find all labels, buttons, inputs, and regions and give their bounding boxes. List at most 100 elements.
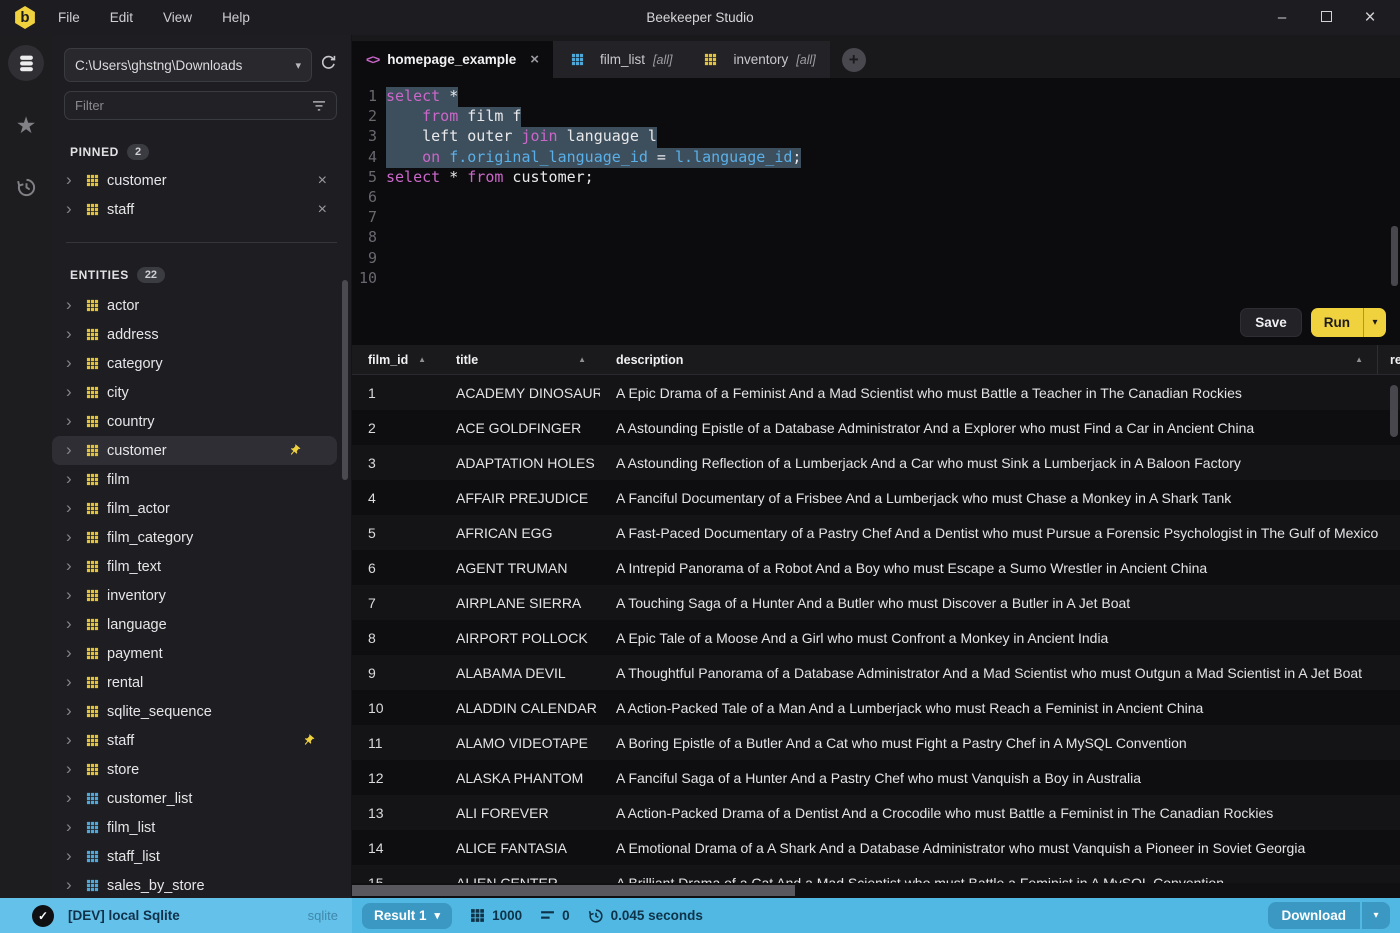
cell-description[interactable]: A Thoughtful Panorama of a Database Admi… xyxy=(600,665,1400,681)
pin-indicator[interactable] xyxy=(288,444,301,457)
cell-title[interactable]: ALAMO VIDEOTAPE xyxy=(440,735,600,751)
cell-description[interactable]: A Intrepid Panorama of a Robot And a Boy… xyxy=(600,560,1400,576)
entity-item-address[interactable]: › address xyxy=(52,320,351,349)
cell-description[interactable]: A Epic Drama of a Feminist And a Mad Sci… xyxy=(600,385,1400,401)
table-row[interactable]: 9 ALABAMA DEVIL A Thoughtful Panorama of a… xyxy=(352,655,1400,690)
table-row[interactable]: 1 ACADEMY DINOSAUR A Epic Drama of a Femin… xyxy=(352,375,1400,410)
table-row[interactable]: 2 ACE GOLDFINGER A Astounding Epistle of a… xyxy=(352,410,1400,445)
table-row[interactable]: 8 AIRPORT POLLOCK A Epic Tale of a Moose A… xyxy=(352,620,1400,655)
cell-film-id[interactable]: 10 xyxy=(352,700,440,716)
cell-description[interactable]: A Fast-Paced Documentary of a Pastry Che… xyxy=(600,525,1400,541)
cell-description[interactable]: A Touching Saga of a Hunter And a Butler… xyxy=(600,595,1400,611)
pinned-item-customer[interactable]: › customer × xyxy=(52,166,351,195)
chevron-right-icon[interactable]: › xyxy=(66,325,82,342)
cell-title[interactable]: ACE GOLDFINGER xyxy=(440,420,600,436)
pin-indicator[interactable] xyxy=(302,734,315,747)
maximize-icon[interactable] xyxy=(1318,9,1334,26)
run-button-label[interactable]: Run xyxy=(1311,308,1363,337)
entity-item-sqlite_sequence[interactable]: › sqlite_sequence xyxy=(52,697,351,726)
connection-dropdown[interactable]: C:\Users\ghstng\Downloads ▾ xyxy=(64,48,312,82)
chevron-right-icon[interactable]: › xyxy=(66,441,82,458)
table-row[interactable]: 11 ALAMO VIDEOTAPE A Boring Epistle of a B… xyxy=(352,725,1400,760)
table-row[interactable]: 4 AFFAIR PREJUDICE A Fanciful Documentary … xyxy=(352,480,1400,515)
history-nav-icon[interactable] xyxy=(8,169,44,205)
chevron-right-icon[interactable]: › xyxy=(66,876,82,893)
entity-item-staff[interactable]: › staff xyxy=(52,726,351,755)
table-row[interactable]: 6 AGENT TRUMAN A Intrepid Panorama of a Ro… xyxy=(352,550,1400,585)
chevron-right-icon[interactable]: › xyxy=(66,296,82,313)
cell-film-id[interactable]: 3 xyxy=(352,455,440,471)
chevron-right-icon[interactable]: › xyxy=(66,383,82,400)
entity-item-language[interactable]: › language xyxy=(52,610,351,639)
cell-film-id[interactable]: 5 xyxy=(352,525,440,541)
tab-inventory[interactable]: inventory [all] xyxy=(686,41,830,78)
chevron-right-icon[interactable]: › xyxy=(66,615,82,632)
sidebar-scrollbar[interactable] xyxy=(342,280,348,480)
unpin-close-icon[interactable]: × xyxy=(318,201,327,219)
chevron-right-icon[interactable]: › xyxy=(66,557,82,574)
cell-title[interactable]: ALIEN CENTER xyxy=(440,875,600,884)
chevron-right-icon[interactable]: › xyxy=(66,760,82,777)
table-row[interactable]: 7 AIRPLANE SIERRA A Touching Saga of a Hun… xyxy=(352,585,1400,620)
menu-edit[interactable]: Edit xyxy=(110,10,133,25)
entity-item-store[interactable]: › store xyxy=(52,755,351,784)
cell-film-id[interactable]: 13 xyxy=(352,805,440,821)
results-scrollbar[interactable] xyxy=(1390,385,1398,437)
run-button[interactable]: Run ▾ xyxy=(1310,308,1386,337)
database-nav-icon[interactable] xyxy=(8,45,44,81)
download-button-label[interactable]: Download xyxy=(1267,902,1360,929)
tab-close-icon[interactable]: × xyxy=(530,51,539,68)
download-button[interactable]: Download ▾ xyxy=(1267,902,1390,929)
entity-filter-input[interactable]: Filter xyxy=(64,91,337,120)
chevron-right-icon[interactable]: › xyxy=(66,673,82,690)
table-row[interactable]: 12 ALASKA PHANTOM A Fanciful Saga of a Hun… xyxy=(352,760,1400,795)
chevron-right-icon[interactable]: › xyxy=(66,354,82,371)
cell-film-id[interactable]: 15 xyxy=(352,875,440,884)
entity-item-film_text[interactable]: › film_text xyxy=(52,552,351,581)
save-button[interactable]: Save xyxy=(1240,308,1302,337)
horizontal-scrollbar-track[interactable] xyxy=(352,883,1400,898)
cell-title[interactable]: ALASKA PHANTOM xyxy=(440,770,600,786)
cell-film-id[interactable]: 11 xyxy=(352,735,440,751)
chevron-right-icon[interactable]: › xyxy=(66,702,82,719)
table-row[interactable]: 5 AFRICAN EGG A Fast-Paced Documentary of … xyxy=(352,515,1400,550)
horizontal-scrollbar-thumb[interactable] xyxy=(352,885,795,896)
menu-help[interactable]: Help xyxy=(222,10,250,25)
table-row-partial[interactable]: 15 ALIEN CENTER A Brilliant Drama of a Cat… xyxy=(352,865,1400,883)
chevron-right-icon[interactable]: › xyxy=(66,586,82,603)
cell-description[interactable]: A Astounding Reflection of a Lumberjack … xyxy=(600,455,1400,471)
cell-title[interactable]: AIRPLANE SIERRA xyxy=(440,595,600,611)
cell-description[interactable]: A Fanciful Saga of a Hunter And a Pastry… xyxy=(600,770,1400,786)
cell-title[interactable]: ADAPTATION HOLES xyxy=(440,455,600,471)
chevron-right-icon[interactable]: › xyxy=(66,731,82,748)
cell-film-id[interactable]: 9 xyxy=(352,665,440,681)
sql-editor[interactable]: Save Run ▾ 1 select * 2 from film f3 left … xyxy=(352,78,1400,345)
minimize-icon[interactable]: – xyxy=(1274,9,1290,26)
cell-title[interactable]: ALICE FANTASIA xyxy=(440,840,600,856)
entity-item-customer[interactable]: › customer xyxy=(52,436,337,465)
entity-item-film_list[interactable]: › film_list xyxy=(52,813,351,842)
table-row[interactable]: 13 ALI FOREVER A Action-Packed Drama of a … xyxy=(352,795,1400,830)
entity-item-staff_list[interactable]: › staff_list xyxy=(52,842,351,871)
entity-item-category[interactable]: › category xyxy=(52,349,351,378)
close-icon[interactable]: × xyxy=(1362,7,1378,29)
cell-description[interactable]: A Action-Packed Drama of a Dentist And a… xyxy=(600,805,1400,821)
entity-item-actor[interactable]: › actor xyxy=(52,291,351,320)
entity-item-film[interactable]: › film xyxy=(52,465,351,494)
column-header-film-id[interactable]: film_id ▲ xyxy=(352,345,440,374)
pinned-item-staff[interactable]: › staff × xyxy=(52,195,351,224)
cell-description[interactable]: A Epic Tale of a Moose And a Girl who mu… xyxy=(600,630,1400,646)
chevron-right-icon[interactable]: › xyxy=(66,470,82,487)
chevron-right-icon[interactable]: › xyxy=(66,200,82,217)
entity-item-payment[interactable]: › payment xyxy=(52,639,351,668)
chevron-right-icon[interactable]: › xyxy=(66,847,82,864)
menu-file[interactable]: File xyxy=(58,10,80,25)
entity-item-city[interactable]: › city xyxy=(52,378,351,407)
cell-description[interactable]: A Brilliant Drama of a Cat And a Mad Sci… xyxy=(600,875,1400,884)
chevron-right-icon[interactable]: › xyxy=(66,644,82,661)
column-header-release-partial[interactable]: re xyxy=(1377,345,1400,374)
cell-description[interactable]: A Boring Epistle of a Butler And a Cat w… xyxy=(600,735,1400,751)
chevron-right-icon[interactable]: › xyxy=(66,412,82,429)
entity-item-film_actor[interactable]: › film_actor xyxy=(52,494,351,523)
cell-film-id[interactable]: 8 xyxy=(352,630,440,646)
